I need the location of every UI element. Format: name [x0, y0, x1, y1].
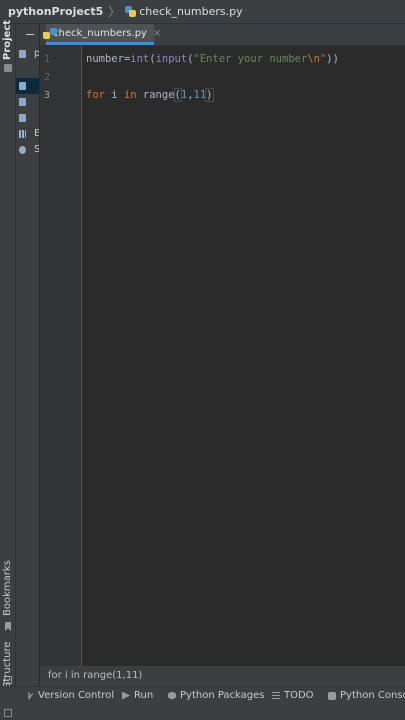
tree-item-selected[interactable]	[16, 78, 39, 94]
folder-icon[interactable]	[4, 64, 12, 72]
run-label: Run	[134, 690, 154, 701]
version-control-button[interactable]: Version Control	[26, 690, 114, 701]
python-console-icon	[328, 691, 336, 700]
breadcrumb-separator-icon: 〉	[108, 5, 121, 19]
version-control-label: Version Control	[38, 690, 115, 701]
library-icon	[19, 130, 26, 138]
todo-icon	[272, 691, 280, 700]
line-number: 1	[44, 54, 51, 65]
todo-label: TODO	[284, 690, 314, 701]
code-line-1[interactable]: number=int(input("Enter your number\n"))	[86, 53, 339, 65]
token-keyword: for	[86, 89, 105, 101]
scratches-icon	[19, 146, 26, 154]
tab-check-numbers[interactable]: check_numbers.py ×	[43, 24, 161, 45]
line-number: 2	[44, 72, 51, 83]
python-file-icon	[19, 98, 26, 106]
tool-window-bookmarks[interactable]: Bookmarks	[2, 560, 13, 616]
run-button[interactable]: Run	[122, 690, 153, 701]
editor-breadcrumb-status[interactable]: for i in range(1,11)	[40, 666, 405, 686]
token-builtin: int	[130, 53, 150, 65]
token-keyword: in	[123, 89, 137, 101]
code-editor: check_numbers.py × 1 2 3 number=int(inpu…	[26, 24, 405, 666]
code-area[interactable]: number=int(input("Enter your number\n"))…	[86, 46, 405, 666]
python-packages-label: Python Packages	[180, 690, 265, 701]
tool-window-structure[interactable]: Structure	[2, 641, 13, 688]
token-variable: number	[86, 53, 124, 65]
layout-toggle-icon[interactable]	[4, 709, 12, 717]
python-file-icon	[125, 6, 137, 17]
line-number-gutter: 1 2 3	[40, 46, 82, 666]
version-control-icon	[28, 691, 34, 700]
token-paren: ))	[326, 53, 339, 65]
python-console-button[interactable]: Python Console	[328, 690, 405, 701]
python-console-label: Python Console	[340, 690, 405, 701]
breadcrumb-project[interactable]: pythonProject5	[8, 5, 103, 18]
token-function: range	[136, 89, 175, 101]
python-file-icon	[19, 114, 26, 122]
navigation-bar: pythonProject5 〉 check_numbers.py	[0, 0, 405, 24]
token-string: "Enter your number	[193, 53, 308, 65]
package-icon	[168, 691, 176, 700]
run-icon	[122, 691, 130, 700]
text-caret	[212, 89, 214, 101]
tree-item[interactable]	[16, 110, 39, 126]
token-builtin: input	[155, 53, 188, 65]
project-tree-panel: p E S	[16, 24, 40, 686]
line-number-current: 3	[44, 90, 51, 101]
python-file-icon	[19, 82, 26, 90]
tree-item-scratches[interactable]: S	[16, 142, 39, 158]
todo-button[interactable]: TODO	[272, 690, 314, 701]
code-line-3[interactable]: for i in range(1,11)	[86, 88, 214, 102]
bookmark-icon[interactable]	[5, 622, 11, 631]
tree-item[interactable]	[16, 94, 39, 110]
tool-window-project[interactable]: Project	[2, 20, 13, 60]
token-number: 11	[193, 89, 207, 101]
tree-item-external-libraries[interactable]: E	[16, 126, 39, 142]
python-packages-button[interactable]: Python Packages	[168, 690, 265, 701]
close-tab-icon[interactable]: ×	[153, 28, 161, 39]
left-tool-strip: Project Bookmarks Structure	[0, 20, 16, 688]
tree-item-project[interactable]: p	[16, 46, 39, 62]
token-escape: \n	[307, 53, 320, 65]
editor-tab-bar: check_numbers.py ×	[26, 24, 405, 46]
tab-label: check_numbers.py	[53, 27, 147, 39]
folder-icon	[19, 50, 26, 58]
hide-panel-icon[interactable]	[26, 34, 34, 35]
breadcrumb-file[interactable]: check_numbers.py	[139, 5, 242, 18]
tool-window-bar: Version Control Run Python Packages TODO…	[0, 686, 405, 706]
status-bar	[0, 706, 405, 720]
token-variable: i	[104, 89, 124, 101]
